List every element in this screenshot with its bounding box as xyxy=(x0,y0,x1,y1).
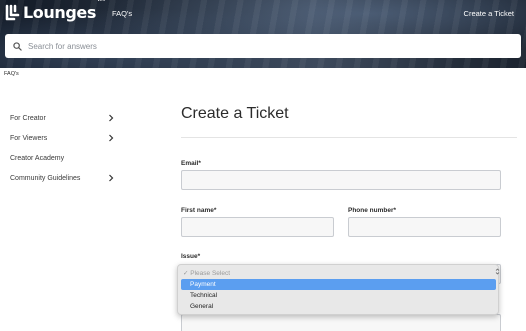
dropdown-option-general[interactable]: General xyxy=(181,301,496,312)
check-icon: ✓ xyxy=(183,270,189,277)
lounges-logo[interactable]: LoungesTM xyxy=(5,0,105,22)
issue-dropdown-menu: ✓ Please Select Payment Technical Genera… xyxy=(177,264,499,315)
sidebar-item-community-guidelines[interactable]: Community Guidelines xyxy=(10,168,114,188)
title-divider xyxy=(181,137,517,138)
email-field[interactable] xyxy=(181,170,501,190)
chevron-right-icon xyxy=(109,134,114,142)
phone-number-label: Phone number* xyxy=(348,207,397,214)
first-name-label: First name* xyxy=(181,207,217,214)
sidebar-item-for-viewers[interactable]: For Viewers xyxy=(10,128,114,148)
dropdown-option-technical[interactable]: Technical xyxy=(181,290,496,301)
sidebar-item-for-creator[interactable]: For Creator xyxy=(10,108,114,128)
dropdown-option-label: Please Select xyxy=(190,270,231,277)
page-title: Create a Ticket xyxy=(181,105,289,122)
search-icon xyxy=(13,41,22,51)
search-input[interactable] xyxy=(28,36,508,56)
logo-trademark: TM xyxy=(97,0,105,3)
sidebar-item-label: Creator Academy xyxy=(10,154,65,162)
sidebar: For Creator For Viewers Creator Academy … xyxy=(10,108,114,188)
dropdown-option-payment[interactable]: Payment xyxy=(181,279,496,290)
search-bar[interactable] xyxy=(5,34,521,58)
dropdown-option-placeholder[interactable]: ✓ Please Select xyxy=(181,268,496,279)
select-caret-icon xyxy=(495,268,500,275)
header-hero: LoungesTM FAQ's Create a Ticket xyxy=(0,0,526,68)
logo-text: LoungesTM xyxy=(23,0,105,22)
chevron-right-icon xyxy=(109,114,114,122)
phone-number-field[interactable] xyxy=(348,217,501,237)
sidebar-item-creator-academy[interactable]: Creator Academy xyxy=(10,148,114,168)
sidebar-item-label: For Viewers xyxy=(10,134,48,142)
nav-link-faqs[interactable]: FAQ's xyxy=(112,9,132,18)
sidebar-item-label: Community Guidelines xyxy=(10,174,81,182)
lounges-logo-icon xyxy=(5,4,20,20)
first-name-field[interactable] xyxy=(181,217,334,237)
next-form-field[interactable] xyxy=(181,314,501,331)
email-label: Email* xyxy=(181,160,201,167)
issue-label: Issue* xyxy=(181,253,201,260)
chevron-right-icon xyxy=(109,174,114,182)
nav-link-create-ticket[interactable]: Create a Ticket xyxy=(464,9,514,18)
sidebar-item-label: For Creator xyxy=(10,114,46,122)
breadcrumb[interactable]: FAQ's xyxy=(4,71,19,77)
